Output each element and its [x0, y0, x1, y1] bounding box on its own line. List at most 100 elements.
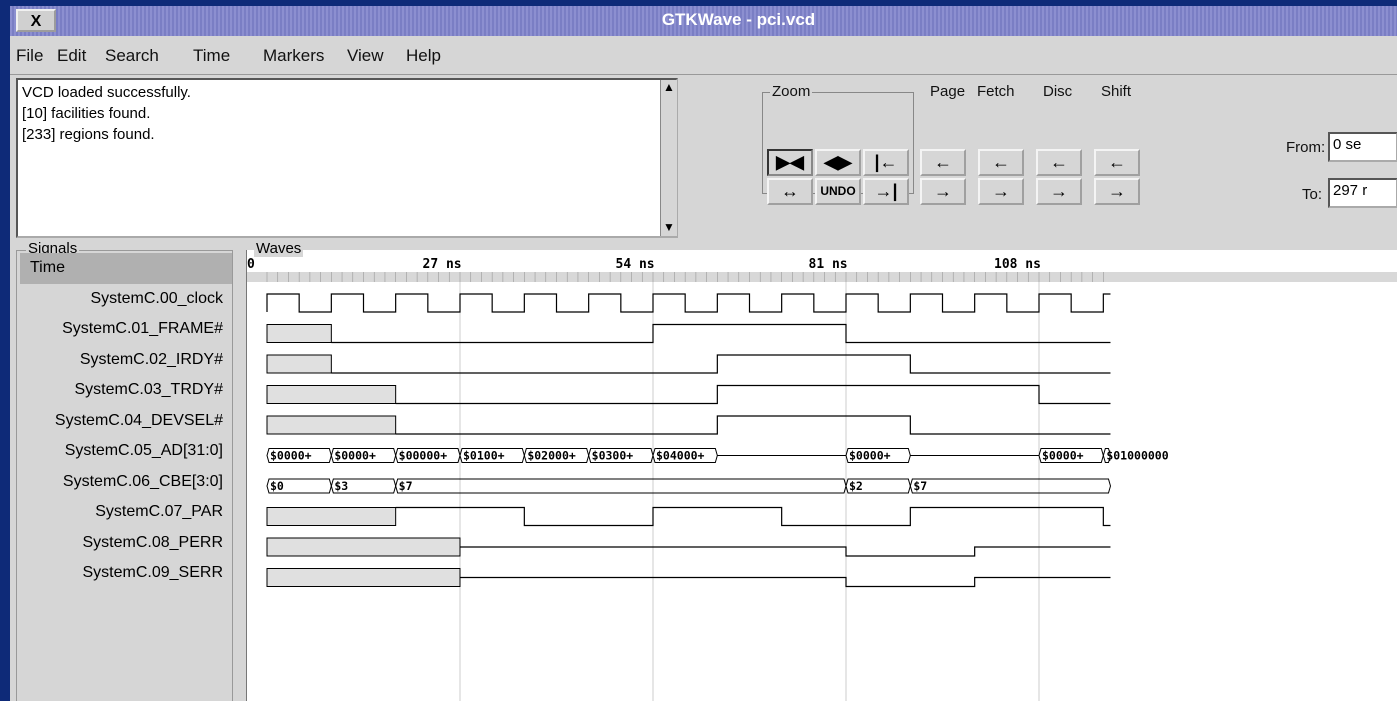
zoom-start-icon: |← — [874, 152, 898, 172]
bus-value: $0000+ — [270, 449, 312, 463]
page-left-button[interactable]: ← — [920, 149, 966, 176]
zoom-in-button[interactable]: ◀▶ — [815, 149, 861, 176]
to-label: To: — [1302, 186, 1323, 203]
time-label: 81 ns — [809, 257, 848, 272]
bus-value: $0000+ — [1042, 449, 1084, 463]
bus-value: $7 — [913, 479, 927, 493]
bus-value: $04000+ — [656, 449, 705, 463]
menu-help[interactable]: Help — [406, 46, 441, 66]
menu-markers[interactable]: Markers — [263, 46, 324, 66]
bus-value: $3 — [334, 479, 348, 493]
zoom-fit-button[interactable]: ▶◀ — [767, 149, 813, 176]
signal-name[interactable]: SystemC.03_TRDY# — [20, 375, 232, 406]
time-label: 27 ns — [423, 257, 462, 272]
signal-name[interactable]: SystemC.05_AD[31:0] — [20, 436, 232, 467]
disc-left-button[interactable]: ← — [1036, 149, 1082, 176]
arrow-left-icon: ← — [1108, 152, 1126, 172]
bus-value: $02000+ — [527, 449, 576, 463]
zoom-start-button[interactable]: |← — [863, 149, 909, 176]
signal-waveform — [395, 506, 1111, 527]
signal-waveform — [460, 576, 1111, 588]
undefined-region — [266, 415, 397, 435]
menu-bar: File Edit Search Time Markers View Help — [10, 36, 1397, 75]
undefined-region — [266, 354, 332, 374]
signal-name[interactable]: SystemC.00_clock — [20, 284, 232, 315]
bus-value: $0000+ — [849, 449, 891, 463]
signal-waveform — [395, 384, 1111, 405]
undefined-region — [266, 507, 397, 526]
log-line: VCD loaded successfully. — [22, 84, 191, 101]
bus-segment — [395, 478, 847, 494]
zoom-end-button[interactable]: →| — [863, 178, 909, 205]
arrow-right-icon: → — [992, 181, 1010, 201]
shift-right-button[interactable]: → — [1094, 178, 1140, 205]
to-field[interactable]: 297 r — [1328, 178, 1397, 208]
signal-name[interactable]: SystemC.01_FRAME# — [20, 314, 232, 345]
menu-time[interactable]: Time — [193, 46, 230, 66]
status-log: VCD loaded successfully. [10] facilities… — [16, 78, 678, 238]
time-label: 0 — [247, 257, 255, 272]
page-label: Page — [928, 83, 968, 100]
disc-right-button[interactable]: → — [1036, 178, 1082, 205]
page-right-button[interactable]: → — [920, 178, 966, 205]
signal-list: Time SystemC.00_clock SystemC.01_FRAME# Sy… — [20, 253, 232, 589]
undo-button[interactable]: UNDO — [815, 178, 861, 205]
bus-segment — [909, 478, 1112, 494]
bus-value: $0 — [270, 479, 284, 493]
disc-label: Disc — [1041, 83, 1075, 100]
bus-value: $00000+ — [399, 449, 448, 463]
menu-edit[interactable]: Edit — [57, 46, 86, 66]
signal-name[interactable]: SystemC.09_SERR — [20, 558, 232, 589]
arrow-left-icon: ← — [934, 152, 952, 172]
scroll-down-icon[interactable]: ▼ — [661, 220, 677, 236]
signal-name[interactable]: SystemC.08_PERR — [20, 528, 232, 559]
bus-value: $01000000 — [1106, 449, 1168, 463]
clock-waveform — [266, 293, 1111, 313]
fetch-label: Fetch — [975, 83, 1017, 100]
signal-name[interactable]: SystemC.06_CBE[3:0] — [20, 467, 232, 498]
window-title: GTKWave - pci.vcd — [661, 10, 816, 29]
from-field[interactable]: 0 se — [1328, 132, 1397, 162]
title-bar[interactable]: X GTKWave - pci.vcd — [10, 6, 1397, 36]
signal-name[interactable]: SystemC.02_IRDY# — [20, 345, 232, 376]
time-label: 54 ns — [616, 257, 655, 272]
bus-value: $2 — [849, 479, 863, 493]
bus-value: $7 — [399, 479, 413, 493]
zoom-out-button[interactable]: ↔ — [767, 178, 813, 205]
undefined-region — [266, 324, 332, 343]
timeline-strip — [247, 272, 1397, 282]
signal-waveform — [460, 546, 1111, 557]
signal-waveform — [331, 354, 1111, 374]
bus-value: $0100+ — [463, 449, 505, 463]
log-line: [233] regions found. — [22, 126, 155, 143]
log-scrollbar[interactable]: ▲ ▼ — [660, 80, 677, 236]
undefined-region — [266, 568, 461, 587]
arrow-left-icon: ← — [1050, 152, 1068, 172]
undefined-region — [266, 537, 461, 557]
time-header[interactable]: Time — [20, 253, 232, 284]
shift-left-button[interactable]: ← — [1094, 149, 1140, 176]
menu-file[interactable]: File — [16, 46, 43, 66]
waves-pane[interactable]: 0 27 ns 54 ns 81 ns 108 ns $0000+ $0000+ $00000… — [246, 250, 1397, 701]
bus-value: $0000+ — [334, 449, 376, 463]
zoom-fit-icon: ▶◀ — [776, 152, 804, 172]
zoom-label: Zoom — [770, 83, 813, 100]
signal-name[interactable]: SystemC.04_DEVSEL# — [20, 406, 232, 437]
waves-title: Waves — [254, 240, 304, 257]
arrow-left-icon: ← — [992, 152, 1010, 172]
zoom-in-icon: ◀▶ — [824, 152, 852, 172]
waveform-canvas[interactable]: 0 27 ns 54 ns 81 ns 108 ns $0000+ $0000+ $00000… — [247, 250, 1397, 701]
time-label: 108 ns — [994, 257, 1041, 272]
fetch-right-button[interactable]: → — [978, 178, 1024, 205]
undefined-region — [266, 385, 397, 404]
menu-search[interactable]: Search — [105, 46, 159, 66]
signal-waveform — [395, 415, 1111, 435]
shift-label: Shift — [1099, 83, 1134, 100]
menu-view[interactable]: View — [347, 46, 384, 66]
signal-name[interactable]: SystemC.07_PAR — [20, 497, 232, 528]
fetch-left-button[interactable]: ← — [978, 149, 1024, 176]
gtkwave-window: X GTKWave - pci.vcd File Edit Search Tim… — [10, 6, 1397, 701]
arrow-right-icon: → — [1050, 181, 1068, 201]
from-label: From: — [1286, 139, 1326, 156]
scroll-up-icon[interactable]: ▲ — [661, 80, 677, 96]
